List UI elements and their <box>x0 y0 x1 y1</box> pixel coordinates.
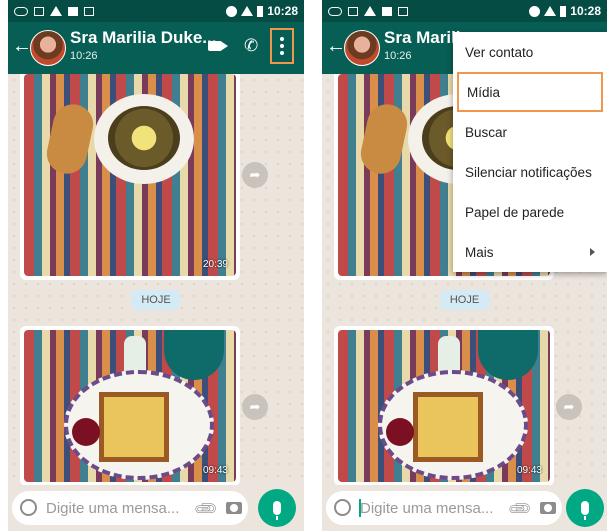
menu-item-more-label: Mais <box>465 244 494 260</box>
alarm-icon <box>226 5 238 17</box>
last-seen: 10:26 <box>384 50 412 62</box>
camera-icon[interactable] <box>540 502 556 514</box>
avatar[interactable] <box>30 30 66 66</box>
image-message[interactable]: 09:43 <box>20 326 240 485</box>
menu-item-view-contact[interactable]: Ver contato <box>453 32 607 72</box>
emoji-icon[interactable] <box>334 499 351 516</box>
last-seen: 10:26 <box>70 50 98 62</box>
forward-icon[interactable]: ➦ <box>556 394 582 420</box>
breakfast-photo[interactable]: 09:43 <box>24 330 236 482</box>
alarm-icon <box>529 5 541 17</box>
camera-icon[interactable] <box>226 502 242 514</box>
back-arrow-icon[interactable]: ← <box>12 36 32 56</box>
image-message[interactable]: 20:39 <box>20 74 240 280</box>
mic-icon <box>581 501 589 520</box>
mic-button[interactable] <box>258 489 296 527</box>
message-icon <box>34 6 44 16</box>
more-options-icon[interactable] <box>270 28 294 64</box>
warning-icon <box>50 6 62 16</box>
image-icon <box>382 6 392 16</box>
mic-icon <box>273 501 281 520</box>
phone-screen-right: 10:28 ← Sra Marilia 10:26 20:39 ➦ HOJE 0… <box>322 0 607 531</box>
image-icon <box>68 6 78 16</box>
mic-button[interactable] <box>566 489 604 527</box>
mug <box>478 330 538 380</box>
screen-icon <box>84 6 94 16</box>
input-bar: Digite uma mensa... 📎︎ <box>322 485 607 531</box>
warning-icon <box>364 6 376 16</box>
avatar[interactable] <box>344 30 380 66</box>
date-divider: HOJE <box>439 290 490 310</box>
toast <box>99 392 169 462</box>
attach-icon[interactable]: 📎︎ <box>192 495 221 524</box>
voicemail-icon <box>14 6 28 16</box>
input-bar: Digite uma mensa... 📎︎ <box>8 485 304 531</box>
submenu-arrow-icon <box>590 248 595 256</box>
attach-icon[interactable]: 📎︎ <box>506 495 535 524</box>
back-arrow-icon[interactable]: ← <box>326 36 346 56</box>
status-bar: 10:28 <box>8 0 304 22</box>
battery-icon <box>257 5 264 17</box>
overflow-menu: Ver contato Mídia Buscar Silenciar notif… <box>453 32 607 272</box>
input-placeholder: Digite uma mensa... <box>46 500 180 517</box>
menu-item-more[interactable]: Mais <box>453 232 607 272</box>
status-time: 10:28 <box>570 4 601 18</box>
input-placeholder: Digite uma mensa... <box>360 500 494 517</box>
soup-bowl <box>94 94 194 184</box>
wifi-icon <box>241 6 254 16</box>
message-icon <box>348 6 358 16</box>
voicemail-icon <box>328 6 342 16</box>
toast <box>413 392 483 462</box>
image-message[interactable]: 09:43 <box>334 326 554 485</box>
menu-item-media[interactable]: Mídia <box>457 72 603 112</box>
message-time: 20:39 <box>202 259 228 270</box>
screen-icon <box>398 6 408 16</box>
menu-item-wallpaper[interactable]: Papel de parede <box>453 192 607 232</box>
message-input[interactable]: Digite uma mensa... 📎︎ <box>12 491 248 525</box>
forward-icon[interactable]: ➦ <box>242 394 268 420</box>
menu-item-search[interactable]: Buscar <box>453 112 607 152</box>
apple <box>386 418 414 446</box>
date-divider: HOJE <box>131 290 181 310</box>
wifi-icon <box>544 6 557 16</box>
message-time: 09:43 <box>516 465 542 476</box>
soup-photo[interactable]: 20:39 <box>24 74 236 276</box>
apple <box>72 418 100 446</box>
phone-screen-left: 10:28 ← Sra Marilia Duke... 10:26 ✆ 20:3… <box>8 0 304 531</box>
message-input[interactable]: Digite uma mensa... 📎︎ <box>326 491 562 525</box>
status-bar: 10:28 <box>322 0 607 22</box>
menu-item-mute[interactable]: Silenciar notificações <box>453 152 607 192</box>
phone-call-icon[interactable]: ✆ <box>244 36 258 56</box>
breakfast-photo[interactable]: 09:43 <box>338 330 550 482</box>
video-call-icon[interactable] <box>208 41 222 51</box>
forward-icon[interactable]: ➦ <box>242 162 268 188</box>
message-time: 09:43 <box>202 465 228 476</box>
chat-area[interactable]: 20:39 ➦ HOJE 09:43 ➦ <box>8 74 304 485</box>
status-time: 10:28 <box>267 4 298 18</box>
contact-name[interactable]: Sra Marilia Duke... <box>70 28 216 48</box>
chat-header: ← Sra Marilia Duke... 10:26 ✆ <box>8 22 304 74</box>
mug <box>164 330 224 380</box>
emoji-icon[interactable] <box>20 499 37 516</box>
bread <box>43 100 97 178</box>
battery-icon <box>560 5 567 17</box>
bread <box>357 100 411 178</box>
